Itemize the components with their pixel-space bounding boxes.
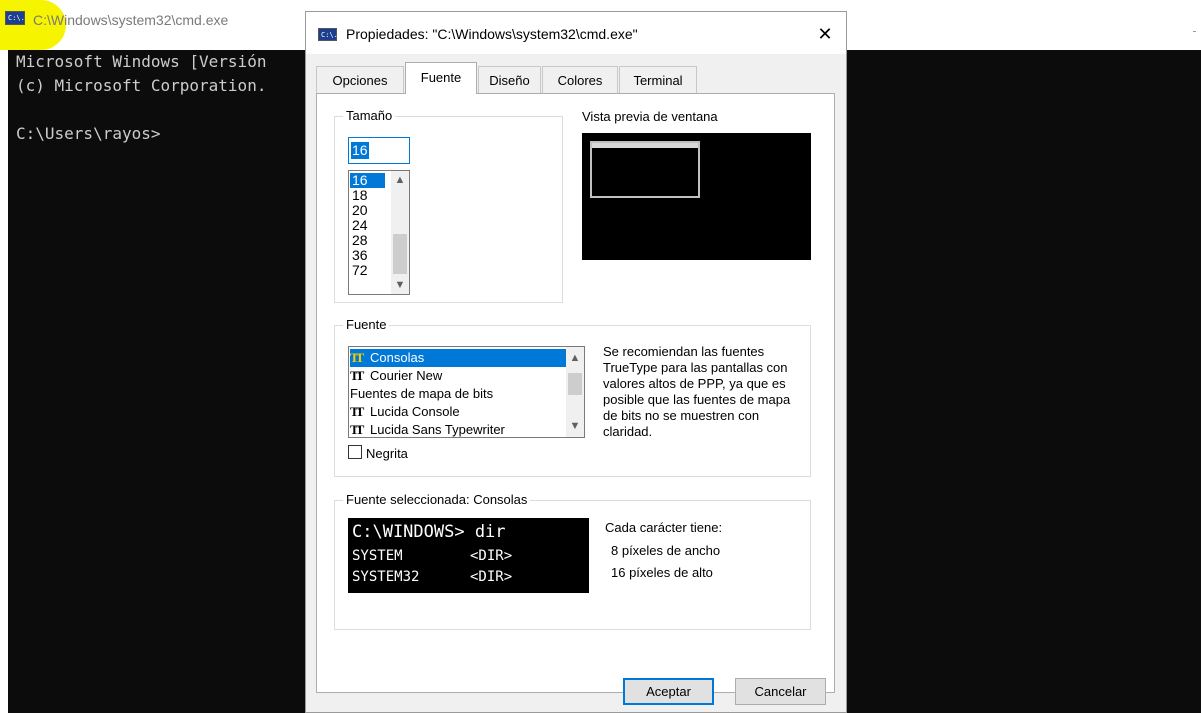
size-option[interactable]: 16 — [350, 173, 385, 188]
size-option[interactable]: 36 — [350, 248, 388, 263]
size-option[interactable]: 18 — [350, 188, 388, 203]
font-group: Fuente TT Consolas TT Courier New Fuentes … — [334, 317, 811, 477]
scroll-up-icon[interactable]: ▲ — [566, 349, 584, 367]
bold-checkbox[interactable] — [348, 445, 362, 459]
char-height-info: 16 píxeles de alto — [611, 565, 713, 580]
font-option-label: Fuentes de mapa de bits — [350, 386, 494, 401]
dialog-content: Opciones Fuente Diseño Colores Terminal … — [306, 54, 846, 712]
cmd-icon-text: C:\. — [321, 31, 338, 39]
window-preview — [582, 133, 811, 260]
selected-font-group-label: Fuente seleccionada: Consolas — [343, 492, 531, 507]
font-option-lucida-console[interactable]: TT Lucida Console — [350, 403, 460, 421]
size-group: Tamaño 16 16 18 20 24 28 36 72 ▲ ▼ — [334, 108, 563, 303]
sample-line: C:\WINDOWS> dir — [352, 522, 506, 542]
bold-checkbox-label[interactable]: Negrita — [366, 446, 408, 461]
font-group-label: Fuente — [343, 317, 390, 332]
size-option[interactable]: 28 — [350, 233, 388, 248]
font-option-lucida-sans-typewriter[interactable]: TT Lucida Sans Typewriter — [350, 421, 505, 437]
scroll-up-icon[interactable]: ▲ — [391, 171, 409, 189]
tab-fuente[interactable]: Fuente — [405, 62, 477, 94]
console-line: (c) Microsoft Corporation. — [16, 76, 267, 95]
properties-dialog: C:\. Propiedades: "C:\Windows\system32\c… — [305, 11, 847, 713]
truetype-icon: TT — [350, 422, 364, 437]
font-option-label: Consolas — [370, 350, 425, 365]
size-listbox[interactable]: 16 18 20 24 28 36 72 ▲ ▼ — [348, 170, 410, 295]
cmd-icon: C:\. — [318, 28, 338, 41]
console-prompt: C:\Users\rayos> — [16, 124, 161, 143]
size-input-value: 16 — [351, 142, 369, 159]
font-option-label: Lucida Sans Typewriter — [370, 422, 505, 437]
truetype-icon: TT — [350, 368, 364, 383]
selected-font-group: Fuente seleccionada: Consolas C:\WINDOWS… — [334, 492, 811, 630]
font-tab-panel: Tamaño 16 16 18 20 24 28 36 72 ▲ ▼ Vista… — [316, 93, 835, 693]
size-option[interactable]: 20 — [350, 203, 388, 218]
tab-terminal[interactable]: Terminal — [619, 66, 697, 93]
dialog-title: Propiedades: "C:\Windows\system32\cmd.ex… — [346, 26, 638, 42]
scroll-down-icon[interactable]: ▼ — [566, 417, 584, 435]
console-line: Microsoft Windows [Versión — [16, 52, 267, 71]
font-option-consolas[interactable]: TT Consolas — [350, 349, 566, 367]
font-option-label: Lucida Console — [370, 404, 460, 419]
font-listbox[interactable]: TT Consolas TT Courier New Fuentes de mapa… — [348, 346, 585, 438]
size-input[interactable]: 16 — [348, 137, 410, 164]
size-scrollbar[interactable]: ▲ ▼ — [391, 171, 409, 294]
font-option-bitmap[interactable]: Fuentes de mapa de bits — [350, 385, 493, 403]
preview-window — [590, 141, 700, 198]
preview-window-titlebar — [592, 143, 698, 148]
cancel-button[interactable]: Cancelar — [735, 678, 826, 705]
sample-line: SYSTEM32 <DIR> — [352, 569, 513, 585]
tab-diseno[interactable]: Diseño — [478, 66, 541, 93]
char-info-title: Cada carácter tiene: — [605, 520, 723, 535]
ok-button[interactable]: Aceptar — [623, 678, 714, 705]
font-hint-text: Se recomiendan las fuentes TrueType para… — [603, 344, 791, 439]
tab-colores[interactable]: Colores — [542, 66, 618, 93]
char-width-info: 8 píxeles de ancho — [611, 543, 721, 558]
preview-label: Vista previa de ventana — [582, 109, 718, 124]
font-sample-preview: C:\WINDOWS> dir SYSTEM <DIR> SYSTEM32 <D… — [348, 518, 589, 593]
cmd-icon[interactable]: C:\. — [5, 11, 25, 25]
tab-opciones[interactable]: Opciones — [316, 66, 404, 93]
truetype-icon: TT — [350, 350, 364, 365]
truetype-icon: TT — [350, 404, 364, 419]
font-option-label: Courier New — [370, 368, 443, 383]
cmd-icon-text: C:\. — [8, 14, 25, 22]
scroll-thumb[interactable] — [568, 373, 582, 395]
scroll-thumb[interactable] — [393, 234, 407, 274]
sample-line: SYSTEM <DIR> — [352, 548, 513, 564]
minimize-icon[interactable] — [1193, 31, 1196, 32]
dialog-titlebar[interactable]: C:\. Propiedades: "C:\Windows\system32\c… — [306, 12, 846, 54]
size-option[interactable]: 72 — [350, 263, 388, 278]
close-icon[interactable]: ✕ — [810, 20, 840, 48]
font-scrollbar[interactable]: ▲ ▼ — [566, 347, 584, 437]
size-option[interactable]: 24 — [350, 218, 388, 233]
scroll-down-icon[interactable]: ▼ — [391, 276, 409, 294]
size-group-label: Tamaño — [343, 108, 396, 123]
console-title: C:\Windows\system32\cmd.exe — [33, 12, 229, 28]
font-option-courier-new[interactable]: TT Courier New — [350, 367, 442, 385]
